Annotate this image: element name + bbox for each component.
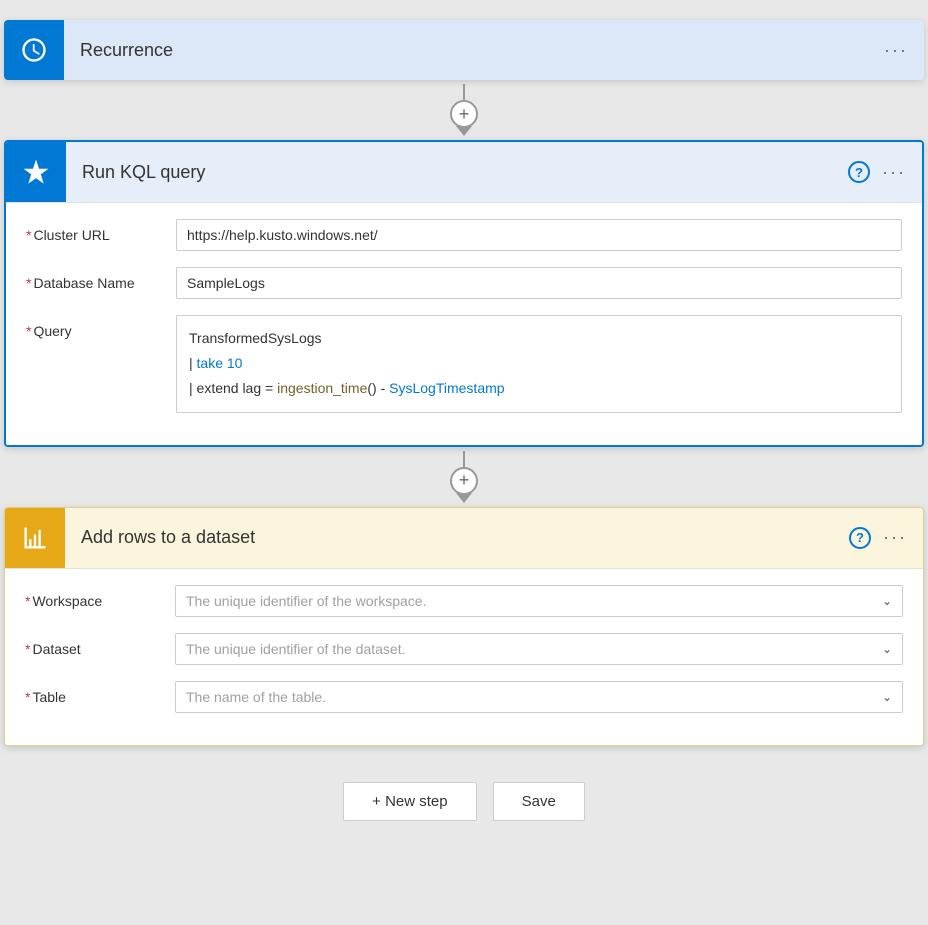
kql-icon-bg <box>6 142 66 202</box>
dataset-label: *Dataset <box>25 633 175 657</box>
table-dropdown[interactable]: The name of the table. ⌄ <box>175 681 903 713</box>
query-label: *Query <box>26 315 176 339</box>
addrows-body: *Workspace The unique identifier of the … <box>5 568 923 745</box>
kql-actions: ? ··· <box>848 161 906 183</box>
database-name-row: *Database Name <box>26 267 902 299</box>
cluster-url-label: *Cluster URL <box>26 219 176 243</box>
kql-icon <box>21 157 51 187</box>
connector-1: + <box>450 80 478 140</box>
table-row: *Table The name of the table. ⌄ <box>25 681 903 713</box>
add-step-button-2[interactable]: + <box>450 467 478 495</box>
kql-help-button[interactable]: ? <box>848 161 870 183</box>
clock-icon <box>20 36 48 64</box>
recurrence-header: Recurrence ··· <box>4 20 924 80</box>
table-label: *Table <box>25 681 175 705</box>
add-step-button-1[interactable]: + <box>450 100 478 128</box>
dataset-dropdown[interactable]: The unique identifier of the dataset. ⌄ <box>175 633 903 665</box>
query-row: *Query TransformedSysLogs | take 10 | ex… <box>26 315 902 413</box>
addrows-card: Add rows to a dataset ? ··· *Workspace T… <box>4 507 924 746</box>
query-line-3: | extend lag = ingestion_time() - SysLog… <box>189 376 889 401</box>
workspace-row: *Workspace The unique identifier of the … <box>25 585 903 617</box>
recurrence-actions: ··· <box>884 40 908 61</box>
table-placeholder: The name of the table. <box>186 689 326 705</box>
workspace-chevron-icon: ⌄ <box>882 594 892 608</box>
dataset-placeholder: The unique identifier of the dataset. <box>186 641 405 657</box>
database-name-label: *Database Name <box>26 267 176 291</box>
connector-line-top-2 <box>463 451 465 467</box>
workspace-placeholder: The unique identifier of the workspace. <box>186 593 426 609</box>
workspace-label: *Workspace <box>25 585 175 609</box>
addrows-icon <box>21 524 49 552</box>
addrows-title: Add rows to a dataset <box>65 527 849 548</box>
addrows-icon-bg <box>5 508 65 568</box>
recurrence-card: Recurrence ··· <box>4 20 924 80</box>
dataset-chevron-icon: ⌄ <box>882 642 892 656</box>
recurrence-title: Recurrence <box>64 40 884 61</box>
addrows-more-button[interactable]: ··· <box>883 527 907 548</box>
query-line-1: TransformedSysLogs <box>189 326 889 351</box>
table-chevron-icon: ⌄ <box>882 690 892 704</box>
kql-title: Run KQL query <box>66 162 848 183</box>
recurrence-icon-bg <box>4 20 64 80</box>
connector-2: + <box>450 447 478 507</box>
connector-line-top-1 <box>463 84 465 100</box>
kql-header: Run KQL query ? ··· <box>6 142 922 202</box>
new-step-button[interactable]: + New step <box>343 782 476 821</box>
dataset-row: *Dataset The unique identifier of the da… <box>25 633 903 665</box>
cluster-url-input[interactable] <box>176 219 902 251</box>
query-input[interactable]: TransformedSysLogs | take 10 | extend la… <box>176 315 902 413</box>
kql-body: *Cluster URL *Database Name *Query Trans… <box>6 202 922 445</box>
cluster-url-row: *Cluster URL <box>26 219 902 251</box>
addrows-help-button[interactable]: ? <box>849 527 871 549</box>
bottom-actions: + New step Save <box>343 782 585 821</box>
addrows-actions: ? ··· <box>849 527 907 549</box>
database-name-input[interactable] <box>176 267 902 299</box>
kql-card: Run KQL query ? ··· *Cluster URL *Databa… <box>4 140 924 447</box>
save-button[interactable]: Save <box>493 782 585 821</box>
kql-more-button[interactable]: ··· <box>882 162 906 183</box>
workspace-dropdown[interactable]: The unique identifier of the workspace. … <box>175 585 903 617</box>
recurrence-more-button[interactable]: ··· <box>884 40 908 61</box>
query-line-2: | take 10 <box>189 351 889 376</box>
addrows-header: Add rows to a dataset ? ··· <box>5 508 923 568</box>
